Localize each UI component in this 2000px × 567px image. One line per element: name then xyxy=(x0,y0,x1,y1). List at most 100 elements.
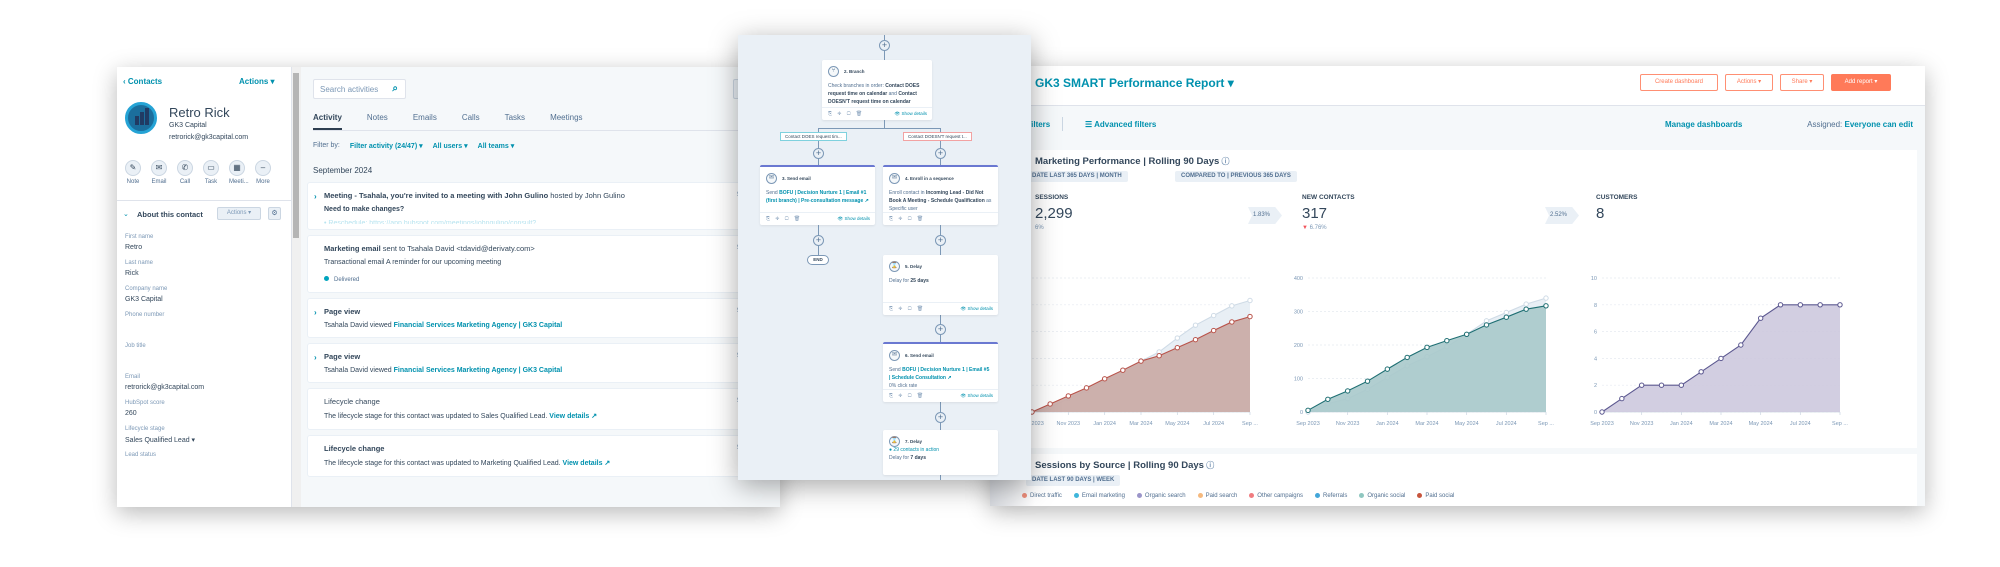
workflow-step-enroll-sequence[interactable]: ✉ 4. Enroll in a sequence Enroll contact … xyxy=(883,165,998,225)
contact-actions-menu[interactable]: Actions ▾ xyxy=(239,77,275,86)
add-action-plus-icon[interactable]: + xyxy=(813,148,824,159)
add-action-plus-icon[interactable]: + xyxy=(935,235,946,246)
advanced-filters-button[interactable]: ☰ Advanced filters xyxy=(1085,120,1156,129)
branch-label-doesnt[interactable]: Contact DOESN'T request t... xyxy=(903,132,972,141)
workflow-step-delay[interactable]: ⌛ 7. Delay ● 29 contacts in action Delay f… xyxy=(883,430,998,475)
step-tools-icons[interactable]: ⎘ ✥ ▢ 🗑 xyxy=(828,111,864,117)
tab-notes[interactable]: Notes xyxy=(367,107,388,130)
add-action-plus-icon[interactable]: + xyxy=(879,40,890,51)
step-tools-icons[interactable]: ⎘ ✥ ▢ 🗑 xyxy=(766,216,802,222)
workflow-step-send-email[interactable]: ✉ 6. Send email Send BOFU | Decision Nurt… xyxy=(883,342,998,402)
tab-meetings[interactable]: Meetings xyxy=(550,107,582,130)
search-icon[interactable]: ⌕ xyxy=(392,83,398,94)
show-details-link[interactable]: 👁 Show details xyxy=(895,111,927,117)
meeting-button[interactable]: ▦ Meeti... xyxy=(229,160,249,185)
activity-card-lifecycle-change[interactable]: Lifecycle change Sep 17, 2024 at The lif… xyxy=(307,435,780,477)
step-tools-icons[interactable]: ⎘ ✥ ▢ 🗑 xyxy=(889,216,925,222)
share-button[interactable]: Share ▾ xyxy=(1780,74,1824,91)
activity-card-page-view[interactable]: › Page view Sep 19, 2024 at Tsahala Davi… xyxy=(307,343,780,383)
workflow-step-delay[interactable]: ⌛ 5. Delay Delay for 25 days ⎘ ✥ ▢ 🗑 👁 Sho… xyxy=(883,255,998,315)
y-tick-label: 8 xyxy=(1594,303,1597,309)
step-tools-icons[interactable]: ⎘ ✥ ▢ 🗑 xyxy=(889,306,925,312)
activity-card-lifecycle-change[interactable]: Lifecycle change Sep 19, 2024 at The lif… xyxy=(307,388,780,430)
down-arrow-icon: ▼ xyxy=(1302,225,1308,231)
about-actions-button[interactable]: Actions ▾ xyxy=(217,207,261,220)
property-job-title[interactable]: Job title xyxy=(125,343,285,367)
property-lead-status[interactable]: Lead status xyxy=(125,452,285,471)
data-point xyxy=(1047,401,1053,407)
legend-item[interactable]: Paid search xyxy=(1197,493,1237,499)
activity-card-marketing-email[interactable]: Marketing email sent to Tsahala David <t… xyxy=(307,235,780,293)
property-email[interactable]: Email retrorick@gk3capital.com xyxy=(125,374,285,393)
property-lifecycle-stage[interactable]: Lifecycle stage Sales Qualified Lead ▾ xyxy=(125,426,285,445)
legend-item[interactable]: Referrals xyxy=(1315,493,1347,499)
filter-activity-dropdown[interactable]: Filter activity (24/47) ▾ xyxy=(350,142,423,150)
expand-chevron-icon[interactable]: › xyxy=(314,308,317,317)
lifecycle-stage-select[interactable]: Sales Qualified Lead ▾ xyxy=(125,436,285,445)
legend-item[interactable]: Direct traffic xyxy=(1022,493,1062,499)
legend-item[interactable]: Paid social xyxy=(1417,493,1454,499)
tab-tasks[interactable]: Tasks xyxy=(505,107,525,130)
page-link[interactable]: Financial Services Marketing Agency | GK… xyxy=(394,367,563,374)
workflow-step-branch[interactable]: ⑂ 2. Branch Check branches in order: Cont… xyxy=(822,60,932,120)
expand-chevron-icon[interactable]: › xyxy=(314,353,317,362)
activity-card-page-view[interactable]: › Page view Sep 19, 2024 at Tsahala Davi… xyxy=(307,298,780,338)
tab-emails[interactable]: Emails xyxy=(413,107,437,130)
call-button[interactable]: ✆ Call xyxy=(177,160,193,185)
property-value: Rick xyxy=(125,270,139,277)
activity-card-meeting[interactable]: › Meeting - Tsahala, you're invited to a… xyxy=(307,182,780,230)
workflow-step-send-email[interactable]: ✉ 3. Send email Send BOFU | Decision Nurt… xyxy=(760,165,875,225)
all-teams-dropdown[interactable]: All teams ▾ xyxy=(478,142,515,150)
activity-timeline: › Meeting - Tsahala, you're invited to a… xyxy=(307,182,780,482)
add-action-plus-icon[interactable]: + xyxy=(935,324,946,335)
property-hubspot-score[interactable]: HubSpot score 260 xyxy=(125,400,285,419)
property-first-name[interactable]: First name Retro xyxy=(125,234,285,253)
legend-item[interactable]: Organic social xyxy=(1359,493,1405,499)
property-value xyxy=(125,353,285,367)
add-action-plus-icon[interactable]: + xyxy=(813,235,824,246)
note-button[interactable]: ✎ Note xyxy=(125,160,141,185)
property-phone-number[interactable]: Phone number xyxy=(125,312,285,336)
add-report-button[interactable]: Add report ▾ xyxy=(1831,74,1891,91)
back-to-contacts-link[interactable]: ‹ Contacts xyxy=(123,77,162,86)
dashboard-title-dropdown[interactable]: GK3 SMART Performance Report ▾ xyxy=(1035,76,1234,90)
legend-item[interactable]: Organic search xyxy=(1136,493,1186,499)
tab-calls[interactable]: Calls xyxy=(462,107,480,130)
branch-label-does[interactable]: Contact DOES request tim... xyxy=(780,132,847,141)
info-icon[interactable]: ⓘ xyxy=(1204,461,1214,470)
assigned-permission-link[interactable]: Everyone can edit xyxy=(1845,120,1913,129)
show-details-link[interactable]: 👁 Show details xyxy=(961,306,993,312)
enrolled-count[interactable]: ● 29 contacts in action xyxy=(889,447,939,453)
task-button[interactable]: ▭ Task xyxy=(203,160,219,185)
gear-icon[interactable]: ⚙ xyxy=(268,207,281,220)
create-dashboard-button[interactable]: Create dashboard xyxy=(1640,74,1718,91)
property-company-name[interactable]: Company name GK3 Capital xyxy=(125,286,285,305)
show-details-link[interactable]: 👁 Show details xyxy=(961,393,993,399)
legend-swatch-icon xyxy=(1417,493,1423,498)
actions-button[interactable]: Actions ▾ xyxy=(1725,74,1773,91)
report-title: Marketing Performance | Rolling 90 Days … xyxy=(1035,156,1230,167)
show-details-link[interactable]: 👁 Show details xyxy=(838,216,870,222)
page-link[interactable]: Financial Services Marketing Agency | GK… xyxy=(394,322,563,329)
scrollbar-thumb[interactable] xyxy=(293,73,299,238)
info-icon[interactable]: ⓘ xyxy=(1219,157,1230,166)
add-action-plus-icon[interactable]: + xyxy=(935,148,946,159)
all-users-dropdown[interactable]: All users ▾ xyxy=(433,142,468,150)
property-last-name[interactable]: Last name Rick xyxy=(125,260,285,279)
email-link[interactable]: BOFU | Decision Nurture 1 | Email #5 | S… xyxy=(889,367,989,381)
view-details-link[interactable]: View details ↗ xyxy=(563,460,611,467)
search-activities-input[interactable]: Search activities ⌕ xyxy=(313,79,406,99)
view-details-link[interactable]: View details ↗ xyxy=(549,413,597,420)
tab-activity[interactable]: Activity xyxy=(313,107,342,130)
step-tools-icons[interactable]: ⎘ ✥ ▢ 🗑 xyxy=(889,393,925,399)
sidebar-scrollbar[interactable] xyxy=(292,67,301,507)
manage-dashboards-link[interactable]: Manage dashboards xyxy=(1665,120,1742,129)
email-link[interactable]: BOFU | Decision Nurture 1 | Email #1 (fi… xyxy=(766,190,869,204)
more-button[interactable]: – More xyxy=(255,160,271,185)
legend-item[interactable]: Email marketing xyxy=(1073,493,1125,499)
email-button[interactable]: ✉ Email xyxy=(151,160,167,185)
expand-chevron-icon[interactable]: › xyxy=(314,192,317,201)
chevron-down-icon[interactable]: ⌄ xyxy=(123,210,129,218)
add-action-plus-icon[interactable]: + xyxy=(935,412,946,423)
legend-item[interactable]: Other campaigns xyxy=(1249,493,1303,499)
